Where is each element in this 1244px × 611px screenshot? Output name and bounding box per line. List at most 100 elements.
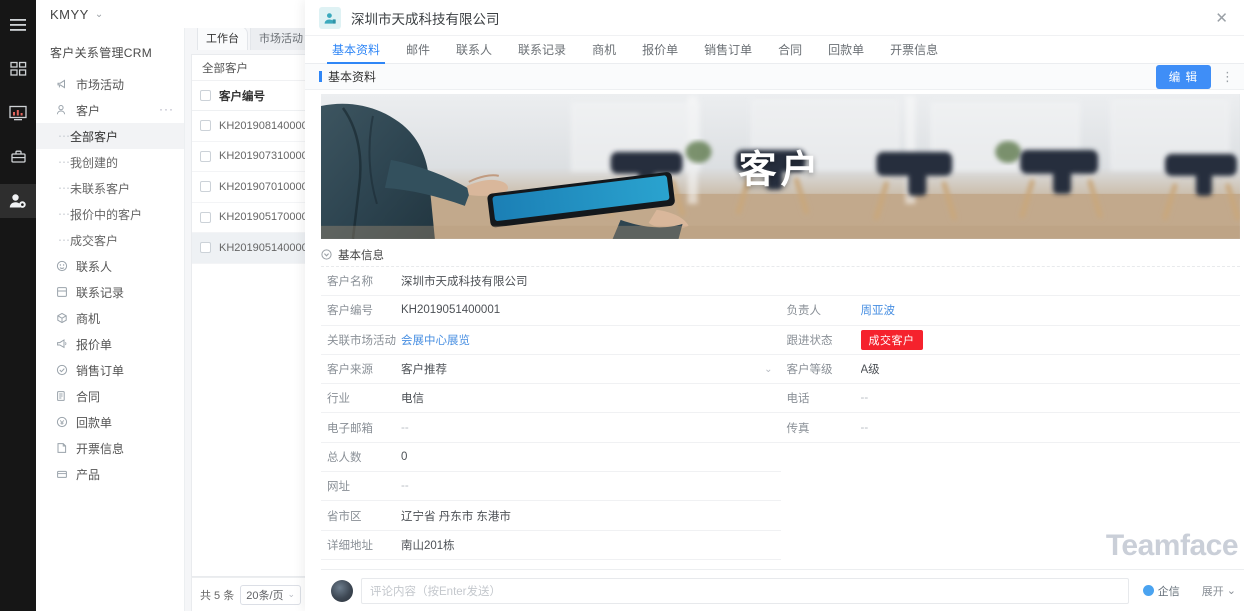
table-row[interactable]: KH2019081400001 <box>192 111 320 142</box>
sidebar-item-product[interactable]: 产品 <box>36 461 184 487</box>
record-icon <box>54 286 70 298</box>
field-customer-source: 客户来源 客户推荐 ⌄ <box>321 355 781 385</box>
sidebar-subitem-all-customers[interactable]: ⋯ 全部客户 <box>36 123 184 149</box>
field-spacer <box>781 472 1241 501</box>
banner-title: 客户 <box>738 148 823 191</box>
comment-input[interactable]: 评论内容（按Enter发送） <box>361 577 1129 604</box>
row-checkbox[interactable] <box>200 211 211 223</box>
sidebar-subitem-closed[interactable]: ⋯ 成交客户 <box>36 227 184 253</box>
tab-market-activity[interactable]: 市场活动 <box>250 28 312 50</box>
row-checkbox[interactable] <box>200 150 211 162</box>
row-checkbox[interactable] <box>200 120 211 132</box>
sidebar-item-customer[interactable]: 客户 ··· <box>36 97 184 123</box>
chevron-down-icon <box>321 249 332 260</box>
sidebar-item-market-activity[interactable]: 市场活动 <box>36 71 184 97</box>
field-label: 总人数 <box>327 451 362 464</box>
sidebar-item-contacts[interactable]: 联系人 <box>36 253 184 279</box>
select-all-checkbox[interactable] <box>200 90 211 101</box>
sidebar-subitem-label: 未联系客户 <box>70 181 131 196</box>
field-label: 传真 <box>786 422 810 435</box>
sidebar-subitem-quoting[interactable]: ⋯ 报价中的客户 <box>36 201 184 227</box>
sidebar-item-sales-order[interactable]: 销售订单 <box>36 357 184 383</box>
list-filter-selector[interactable]: 全部客户 <box>192 55 320 81</box>
module-sidebar: 客户关系管理CRM 市场活动 客户 ··· ⋯ 全部客户 ⋯ 我创建的 ⋯ 未联… <box>36 28 185 611</box>
table-row[interactable]: KH2019070100001 <box>192 172 320 203</box>
customer-banner: 客户 <box>321 94 1240 239</box>
customer-info-form: 客户名称 深圳市天成科技有限公司 客户编号 KH2019051400001 负责… <box>321 267 1240 560</box>
tab-quotation[interactable]: 报价单 <box>629 36 691 64</box>
more-options-icon[interactable]: ⋮ <box>1221 70 1234 83</box>
sidebar-subitem-label: 我创建的 <box>70 155 119 170</box>
field-label: 负责人 <box>786 305 822 318</box>
table-row[interactable]: KH2019073100001 <box>192 142 320 172</box>
edit-button[interactable]: 编 辑 <box>1155 64 1211 89</box>
field-value: 成交客户 <box>860 329 1241 350</box>
field-value: 南山201栋 <box>401 539 455 552</box>
sidebar-subitem-label: 成交客户 <box>70 233 119 248</box>
workbench-tabbar: 工作台 市场活动 <box>185 28 320 50</box>
field-label: 网址 <box>327 481 350 494</box>
field-related-market-activity: 关联市场活动 会展中心展览 <box>321 326 781 355</box>
qixin-icon <box>1142 585 1154 596</box>
sidebar-item-contract[interactable]: 合同 <box>36 383 184 409</box>
field-spacer <box>781 443 1241 472</box>
apps-icon[interactable] <box>0 52 36 86</box>
list-header-row: 客户编号 <box>192 81 320 111</box>
expand-toggle[interactable]: 展开 ⌄ <box>1202 583 1236 599</box>
customer-source-select[interactable]: 客户推荐 ⌄ <box>401 361 781 377</box>
table-row[interactable]: KH2019051700001 <box>192 203 320 233</box>
table-row[interactable]: KH2019051400001 <box>192 233 320 264</box>
sidebar-item-contact-records[interactable]: 联系记录 <box>36 279 184 305</box>
sidebar-item-opportunity[interactable]: 商机 <box>36 305 184 331</box>
qixin-badge[interactable]: 企信 <box>1142 583 1180 599</box>
tab-email[interactable]: 邮件 <box>393 36 443 64</box>
sidebar-subitem-uncontacted[interactable]: ⋯ 未联系客户 <box>36 175 184 201</box>
workspace-name[interactable]: KMYY <box>50 7 89 22</box>
tab-opportunity[interactable]: 商机 <box>579 36 629 64</box>
tab-invoice[interactable]: 开票信息 <box>877 36 951 64</box>
close-icon[interactable]: ✕ <box>1211 7 1232 29</box>
sidebar-subitem-label: 全部客户 <box>70 129 119 144</box>
list-pagination: 共 5 条 20条/页 ⌄ <box>191 577 320 611</box>
order-icon <box>54 364 70 376</box>
briefcase-icon[interactable] <box>0 140 36 174</box>
row-checkbox[interactable] <box>200 242 211 254</box>
tab-contract[interactable]: 合同 <box>765 36 815 64</box>
sidebar-item-label: 报价单 <box>76 337 113 352</box>
row-checkbox[interactable] <box>200 181 211 193</box>
tab-payment[interactable]: 回款单 <box>815 36 877 64</box>
form-row: 行业 电信 电话 -- <box>321 384 1240 414</box>
field-value: KH2019051400001 <box>401 304 501 317</box>
sidebar-item-invoice[interactable]: 开票信息 <box>36 435 184 461</box>
menu-icon[interactable] <box>0 8 36 42</box>
field-industry: 行业 电信 <box>321 384 781 414</box>
field-value-link[interactable]: 周亚波 <box>861 302 1241 318</box>
page-title: 深圳市天成科技有限公司 <box>351 11 500 27</box>
comment-bar: 评论内容（按Enter发送） 企信 展开 ⌄ <box>321 569 1244 611</box>
dashboard-icon[interactable] <box>0 96 36 130</box>
tab-basic-info[interactable]: 基本资料 <box>319 36 393 64</box>
info-section-header[interactable]: 基本信息 <box>321 245 1240 267</box>
field-label: 电子邮箱 <box>327 422 373 435</box>
total-count: 共 5 条 <box>200 589 235 602</box>
field-label: 客户名称 <box>327 276 373 289</box>
field-value: 0 <box>401 450 408 463</box>
user-settings-icon[interactable] <box>0 184 36 218</box>
field-label: 省市区 <box>327 510 362 523</box>
tab-sales-order[interactable]: 销售订单 <box>691 36 765 64</box>
page-size-select[interactable]: 20条/页 ⌄ <box>240 584 302 605</box>
product-icon <box>54 468 70 480</box>
field-phone: 电话 -- <box>780 384 1240 414</box>
field-value: 深圳市天成科技有限公司 <box>401 276 528 289</box>
field-value: -- <box>860 392 869 405</box>
sidebar-item-payment[interactable]: 回款单 <box>36 409 184 435</box>
tab-workbench[interactable]: 工作台 <box>197 28 248 50</box>
sidebar-subitem-created-by-me[interactable]: ⋯ 我创建的 <box>36 149 184 175</box>
tab-contacts[interactable]: 联系人 <box>443 36 505 64</box>
tab-contact-records[interactable]: 联系记录 <box>505 36 579 64</box>
chevron-down-icon[interactable]: ⌄ <box>95 9 103 20</box>
sidebar-item-quotation[interactable]: 报价单 <box>36 331 184 357</box>
field-value-link[interactable]: 会展中心展览 <box>401 332 781 348</box>
field-customer-level: 客户等级 A级 <box>780 355 1240 385</box>
sidebar-item-more-icon[interactable]: ··· <box>159 102 174 116</box>
